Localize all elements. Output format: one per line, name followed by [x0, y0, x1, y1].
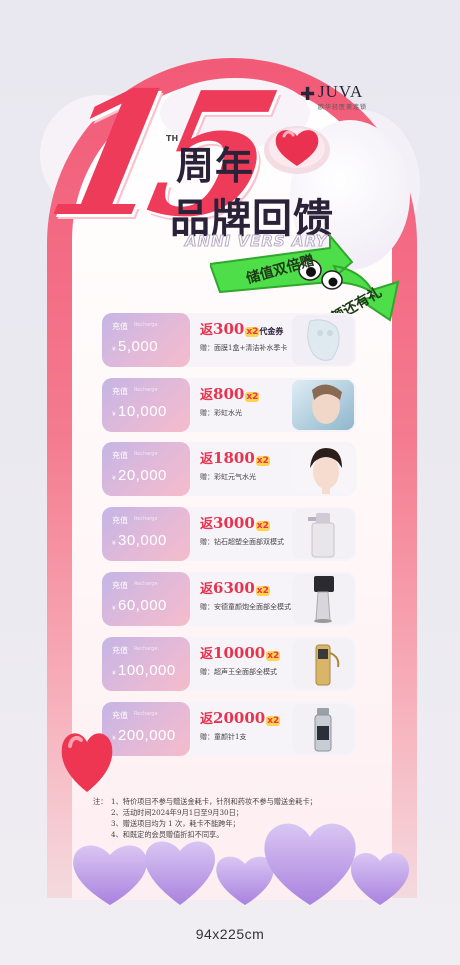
- multiplier-badge: x2: [255, 586, 270, 596]
- return-value: 6300: [213, 579, 255, 597]
- multiplier-badge: x2: [266, 651, 281, 661]
- recharge-label: 充值: [112, 711, 128, 720]
- recharge-label-en: Recharge: [134, 451, 158, 457]
- note-item: 1、特价项目不参与赠送金耗卡，针剂和药妆不参与赠送金耗卡；: [111, 797, 317, 806]
- currency-symbol: ¥: [112, 670, 116, 677]
- brand-subtitle: 欧华轻医美连锁: [318, 104, 368, 111]
- gift-text: 赠：面膜1盒+清洁补水季卡: [200, 344, 288, 352]
- recharge-label: 充值: [112, 322, 128, 331]
- return-prefix: 返: [200, 517, 214, 532]
- recharge-label: 充值: [112, 646, 128, 655]
- tier-row: 充值 Recharge ¥10,000 返800 x2 赠：彩虹水光: [102, 378, 356, 432]
- recharge-label: 充值: [112, 581, 128, 590]
- return-suffix: 代金券: [259, 327, 284, 336]
- recharge-amount: 100,000: [118, 662, 176, 679]
- size-caption: 94x225cm: [195, 926, 265, 942]
- recharge-card: 充值 Recharge ¥10,000: [102, 378, 190, 432]
- brand-name: JUVA: [318, 82, 364, 101]
- tier-row: 充值 Recharge ¥60,000 返6300 x2 赠：安德童颜炮全面部全模式: [102, 572, 356, 626]
- recharge-card: 充值 Recharge ¥100,000: [102, 637, 190, 691]
- tier-row: 充值 Recharge ¥20,000 返1800 x2 赠：彩虹元气水光: [102, 442, 356, 496]
- mask-product: [292, 315, 354, 365]
- vial-product: [292, 704, 354, 754]
- woman-face-photo: [292, 444, 354, 494]
- return-value: 1800: [213, 449, 255, 467]
- tier-row: 充值 Recharge ¥30,000 返3000 x2 赠：钻石超塑全面部双模式: [102, 507, 356, 561]
- return-line: 返300 x2代金券: [200, 319, 283, 338]
- recharge-label-en: Recharge: [134, 711, 158, 717]
- device-gold: [292, 639, 354, 689]
- gift-text: 赠：彩虹水光: [200, 409, 242, 417]
- gift-text: 赠：彩虹元气水光: [200, 473, 256, 481]
- return-value: 20000: [213, 709, 266, 727]
- brand-logo: ✚ JUVA 欧华轻医美连锁: [300, 82, 408, 112]
- return-line: 返800 x2: [200, 384, 260, 403]
- poster: ✚ JUVA 欧华轻医美连锁 15 TH 周年 品牌回馈 ANNI VERS A…: [0, 0, 460, 965]
- multiplier-badge: x2: [245, 392, 260, 402]
- purple-hearts-decoration: [73, 823, 410, 905]
- gift-text: 赠：钻石超塑全面部双模式: [200, 538, 284, 546]
- return-value: 10000: [213, 644, 266, 662]
- device-cannon: [292, 574, 354, 624]
- recharge-label-en: Recharge: [134, 322, 158, 328]
- recharge-label: 充值: [112, 451, 128, 460]
- gift-text: 赠：童颜针1支: [200, 733, 247, 741]
- recharge-label-en: Recharge: [134, 646, 158, 652]
- return-prefix: 返: [200, 582, 214, 597]
- recharge-label: 充值: [112, 387, 128, 396]
- return-value: 3000: [213, 514, 255, 532]
- gift-text: 赠：安德童颜炮全面部全模式: [200, 603, 291, 611]
- recharge-label: 充值: [112, 516, 128, 525]
- tier-row: 充值 Recharge ¥100,000 返10000 x2 赠：超声王全面部全模式: [102, 637, 356, 691]
- currency-symbol: ¥: [112, 475, 116, 482]
- return-prefix: 返: [200, 712, 214, 727]
- tier-row: 充值 Recharge ¥200,000 返20000 x2 赠：童颜针1支: [102, 702, 356, 756]
- currency-symbol: ¥: [112, 346, 116, 353]
- return-line: 返3000 x2: [200, 513, 270, 532]
- recharge-amount: 5,000: [118, 338, 159, 355]
- multiplier-badge: x2: [266, 716, 281, 726]
- recharge-amount: 30,000: [118, 532, 167, 549]
- multiplier-badge: x2: [255, 521, 270, 531]
- heart-red-icon: [61, 733, 113, 792]
- multiplier-badge: x2: [245, 327, 260, 337]
- gift-text: 赠：超声王全面部全模式: [200, 668, 277, 676]
- return-line: 返6300 x2: [200, 578, 270, 597]
- multiplier-badge: x2: [255, 456, 270, 466]
- return-value: 300: [213, 320, 245, 338]
- recharge-label-en: Recharge: [134, 581, 158, 587]
- device-machine: [292, 509, 354, 559]
- currency-symbol: ¥: [112, 605, 116, 612]
- return-line: 返20000 x2: [200, 708, 281, 727]
- recharge-amount: 200,000: [118, 727, 176, 744]
- recharge-card: 充值 Recharge ¥60,000: [102, 572, 190, 626]
- return-line: 返10000 x2: [200, 643, 281, 662]
- title-line-1: 周年: [176, 146, 255, 188]
- return-value: 800: [213, 385, 245, 403]
- recharge-card: 充值 Recharge ¥5,000: [102, 313, 190, 367]
- return-prefix: 返: [200, 388, 214, 403]
- recharge-label-en: Recharge: [134, 387, 158, 393]
- tier-row: 充值 Recharge ¥5,000 返300 x2代金券赠：面膜1盒+清洁补水季卡: [102, 313, 356, 367]
- return-prefix: 返: [200, 323, 214, 338]
- recharge-amount: 10,000: [118, 403, 167, 420]
- recharge-card: 充值 Recharge ¥20,000: [102, 442, 190, 496]
- recharge-card: 充值 Recharge ¥30,000: [102, 507, 190, 561]
- cross-icon: ✚: [300, 84, 316, 105]
- currency-symbol: ¥: [112, 411, 116, 418]
- heart-3d-icon: [264, 126, 330, 174]
- recharge-label-en: Recharge: [134, 516, 158, 522]
- recharge-amount: 20,000: [118, 467, 167, 484]
- return-line: 返1800 x2: [200, 448, 270, 467]
- recharge-amount: 60,000: [118, 597, 167, 614]
- woman-water-photo: [292, 380, 354, 430]
- return-prefix: 返: [200, 452, 214, 467]
- currency-symbol: ¥: [112, 540, 116, 547]
- notes-prefix: 注：: [93, 797, 108, 806]
- return-prefix: 返: [200, 647, 214, 662]
